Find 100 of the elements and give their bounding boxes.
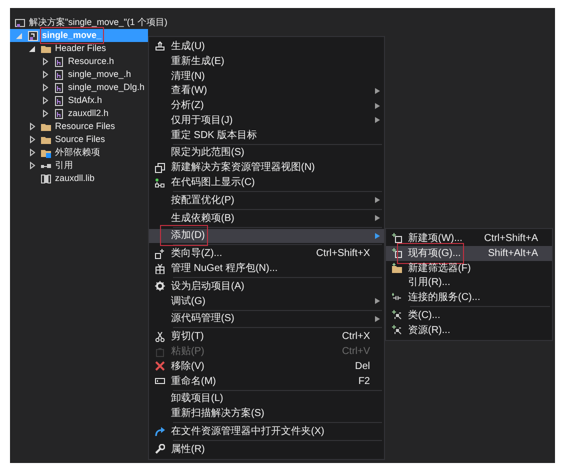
folder-icon [41,148,51,158]
menu-item[interactable]: 源代码管理(S) [149,312,384,326]
menu-item[interactable]: 生成(U) [149,39,384,54]
menu-item[interactable]: 生成依赖项(B) [149,210,384,226]
menu-item-label: 移除(V) [171,360,204,374]
shortcut-text: Ctrl+Shift+X [316,247,370,262]
tree-item-label: Resource Files [55,120,116,133]
tree-item-label: zauxdll.lib [55,172,95,185]
menu-item[interactable]: 重定 SDK 版本目标 [149,128,384,143]
menu-item[interactable]: 管理 NuGet 程序包(N)... [149,261,384,276]
tree-item[interactable]: Resource.h [10,55,148,68]
menu-item-label: 重定 SDK 版本目标 [171,128,258,143]
menu-item-label: 属性(R) [171,442,205,457]
menu-item-label: 重命名(M) [171,374,216,389]
menu-item-label: 分析(Z) [171,98,204,114]
rename-icon [155,376,165,386]
menu-item[interactable]: 引用(R)... [386,275,552,290]
tree-item-label: StdAfx.h [68,94,102,107]
menu-item[interactable]: 移除(V) Del [149,358,384,374]
menu-item[interactable]: 新建筛选器(F) [386,260,552,276]
menu-item[interactable]: 设为启动项目(A) [149,278,384,294]
scissors-icon [155,332,165,342]
submenu-arrow-icon [375,88,380,94]
tree-item-label: Resource.h [68,55,114,68]
menu-item[interactable]: 按配置优化(P) [149,192,384,208]
menu-item-label: 新建项(W)... [408,232,462,246]
menu-item-label: 新建筛选器(F) [408,262,471,276]
menu-item[interactable]: 重新生成(E) [149,54,384,69]
menu-item[interactable]: 新建项(W)... Ctrl+Shift+A [386,231,552,246]
menu-item[interactable]: 查看(W) [149,83,384,98]
tree-item-label: Source Files [55,133,106,146]
submenu-arrow-icon [375,316,380,322]
menu-item-label: 资源(R)... [408,324,450,338]
menu-item[interactable]: 新建解决方案资源管理器视图(N) [149,160,384,176]
menu-item-label: 管理 NuGet 程序包(N)... [171,262,278,276]
menu-item[interactable]: 重命名(M) F2 [149,374,384,389]
tree-item-label: single_move_Dlg.h [68,81,145,94]
menu-item-label: 清理(N) [171,70,205,84]
close-icon [155,361,165,372]
tree-item[interactable]: Header Files [10,42,148,55]
menu-item[interactable]: 类向导(Z)... Ctrl+Shift+X [149,246,384,262]
menu-item-label: 在代码图上显示(C) [171,176,255,190]
plug-icon [392,292,402,303]
menu-item-label: 设为启动项目(A) [171,280,244,294]
menu-item[interactable]: 分析(Z) [149,98,384,113]
header-file-icon [54,96,64,106]
submenu-arrow-icon [375,117,380,124]
menu-item-label: 仅用于项目(J) [171,114,233,128]
tree-item[interactable]: StdAfx.h [10,94,148,107]
menu-item[interactable]: 清理(N) [149,68,384,84]
wand-icon [155,248,165,259]
shortcut-text: Del [354,360,370,374]
menu-item[interactable]: 类(C)... [386,308,552,323]
header-file-icon [54,70,64,80]
library-icon [41,174,51,184]
tree-item[interactable]: single_move_Dlg.h [10,81,148,94]
menu-item[interactable]: 连接的服务(C)... [386,290,552,305]
tree-item-label: single_move_ [42,29,102,42]
menu-item[interactable]: 仅用于项目(J) [149,112,384,128]
folder-icon [392,262,402,273]
menu-item-label: 查看(W) [171,84,208,98]
submenu-arrow-icon [375,215,380,222]
menu-item-label: 卸载项目(L) [171,392,224,406]
menu-item-label: 源代码管理(S) [171,312,234,326]
menu-item[interactable]: 资源(R)... [386,322,552,338]
gear-icon [155,281,165,292]
shortcut-text: Ctrl+Shift+A [484,232,538,246]
menu-item[interactable]: 剪切(T) Ctrl+X [149,329,384,344]
submenu-arrow-icon [375,102,380,109]
menu-item-label: 剪切(T) [171,330,204,344]
tree-item-label: zauxdll2.h [68,107,109,120]
tree-item[interactable]: single_move_.h [10,68,148,81]
tree-item[interactable]: zauxdll.lib [10,172,148,185]
tree-item[interactable]: zauxdll2.h [10,107,148,120]
tree-item[interactable]: Source Files [10,133,148,146]
header-file-icon [54,82,64,92]
menu-item-label: 生成(U) [171,40,205,54]
curved-arrow-icon [155,426,165,437]
windows-icon [155,162,165,173]
menu-item[interactable]: 限定为此范围(S) [149,146,384,160]
menu-item[interactable]: 重新扫描解决方案(S) [149,406,384,422]
menu-item[interactable]: 在代码图上显示(C) [149,175,384,190]
tree-item[interactable]: 引用 [10,159,148,172]
menu-item[interactable]: 属性(R) [149,442,384,457]
header-file-icon [54,108,64,118]
shortcut-text: F2 [358,374,370,389]
menu-item[interactable]: 现有项(G)... Shift+Alt+A [386,246,552,261]
menu-item[interactable]: 调试(G) [149,294,384,309]
wrench-icon [155,444,165,454]
shortcut-text: Ctrl+V [342,345,370,360]
tree-item[interactable]: 外部依赖项 [10,146,148,159]
menu-item[interactable]: 在文件资源管理器中打开文件夹(X) [149,424,384,439]
menu-item-label: 重新生成(E) [171,54,224,69]
tree-item[interactable]: Resource Files [10,120,148,133]
shortcut-text: Ctrl+X [342,330,370,344]
menu-item-label: 重新扫描解决方案(S) [171,406,264,422]
menu-item[interactable]: 卸载项目(L) [149,392,384,406]
menu-item-label: 类向导(Z)... [171,246,222,262]
menu-item-label: 现有项(G)... [400,246,461,261]
class-icon [392,310,402,320]
